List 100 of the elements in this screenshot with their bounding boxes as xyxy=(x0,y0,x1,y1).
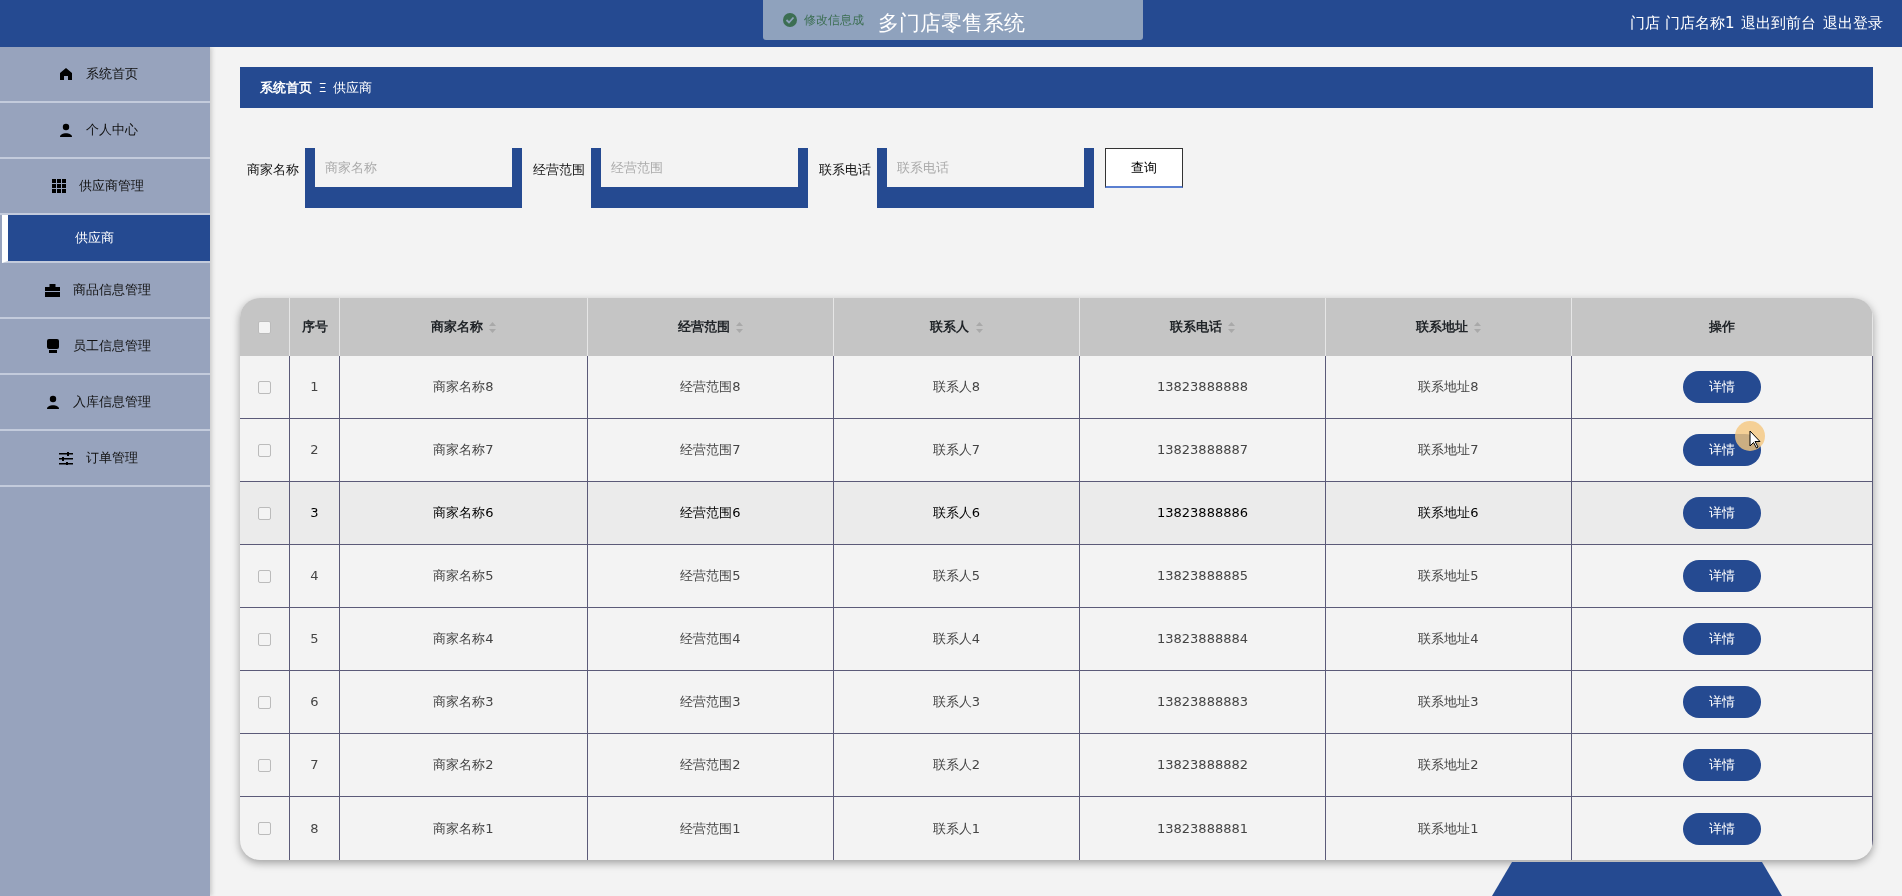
sort-icon[interactable] xyxy=(1474,321,1482,333)
search-field[interactable]: 联系电话 xyxy=(877,148,1094,208)
column-header[interactable]: 联系电话 xyxy=(1169,317,1222,337)
search-field[interactable]: 商家名称 xyxy=(305,148,522,208)
table-cell-text: 13823888884 xyxy=(1157,630,1248,649)
details-button[interactable]: 详情 xyxy=(1683,623,1761,655)
table-cell-text: 商家名称7 xyxy=(433,441,494,460)
menu-item[interactable]: 商品信息管理 xyxy=(0,263,210,319)
table-cell-text: 联系地址2 xyxy=(1418,756,1479,775)
column-header[interactable]: 序号 xyxy=(301,317,328,337)
column-header[interactable]: 操作 xyxy=(1709,317,1735,337)
column-header[interactable]: 联系人 xyxy=(930,317,970,337)
table-cell-text: 13823888888 xyxy=(1157,378,1248,397)
table-cell-text: 联系人2 xyxy=(932,756,981,775)
column-header[interactable]: 联系地址 xyxy=(1415,317,1468,337)
checkbox[interactable] xyxy=(258,822,271,835)
details-button[interactable]: 详情 xyxy=(1683,497,1761,529)
menu-item[interactable]: 入库信息管理 xyxy=(0,375,210,431)
table-cell-text: 4 xyxy=(310,567,319,586)
table-cell-text: 13823888885 xyxy=(1157,567,1248,586)
table-cell-text: 13823888886 xyxy=(1157,504,1248,523)
table-cell-text: 13823888882 xyxy=(1157,756,1248,775)
details-button[interactable]: 详情 xyxy=(1683,560,1761,592)
table-cell-text: 经营范围4 xyxy=(680,630,741,649)
sort-icon[interactable] xyxy=(975,321,983,333)
details-button[interactable]: 详情 xyxy=(1683,812,1761,845)
table-cell-text: 3 xyxy=(310,504,319,523)
table-cell-text: 经营范围1 xyxy=(680,819,741,838)
column-header[interactable]: 商家名称 xyxy=(430,317,483,337)
table-cell-text: 经营范围2 xyxy=(680,756,741,775)
table-cell-text: 联系地址5 xyxy=(1418,567,1479,586)
table-cell-text: 7 xyxy=(310,756,319,775)
table-cell-text: 商家名称1 xyxy=(433,819,494,838)
breadcrumb-link[interactable]: 系统首页 xyxy=(260,77,312,98)
sort-icon[interactable] xyxy=(1228,321,1236,333)
table-cell-text: 6 xyxy=(310,693,319,712)
table-cell-text: 13823888887 xyxy=(1157,441,1248,460)
table-cell-text: 商家名称6 xyxy=(433,504,494,523)
header-link[interactable]: 退出登录 xyxy=(1822,12,1883,35)
header-link[interactable]: 门店 门店名称1 xyxy=(1630,12,1735,35)
checkbox[interactable] xyxy=(258,320,271,334)
table-cell-text: 经营范围5 xyxy=(680,567,741,586)
checkbox[interactable] xyxy=(258,758,271,772)
menu-item[interactable]: 订单管理 xyxy=(0,431,210,487)
check-icon xyxy=(783,13,797,27)
table-cell-text: 联系人6 xyxy=(932,504,981,523)
table-cell-text: 商家名称4 xyxy=(433,630,494,649)
tray-icon xyxy=(45,339,60,353)
details-button[interactable]: 详情 xyxy=(1683,686,1761,718)
table-cell-text: 联系地址6 xyxy=(1418,504,1479,523)
table-cell-text: 8 xyxy=(310,819,319,838)
table-cell-text: 联系人8 xyxy=(932,378,981,397)
table-cell-text: 经营范围7 xyxy=(680,441,741,460)
table-cell-text: 5 xyxy=(310,630,319,649)
table-cell-text: 联系人5 xyxy=(932,567,981,586)
table-cell-text: 联系人7 xyxy=(932,441,981,460)
field-label: 经营范围 xyxy=(532,161,585,179)
person-icon xyxy=(58,123,73,137)
menu-item[interactable]: 个人中心 xyxy=(0,103,210,159)
checkbox[interactable] xyxy=(258,695,271,709)
table-cell-text: 联系人3 xyxy=(932,693,981,712)
home-icon xyxy=(58,67,73,81)
column-header[interactable]: 经营范围 xyxy=(677,317,730,337)
checkbox[interactable] xyxy=(258,632,271,646)
table-cell-text: 联系地址1 xyxy=(1418,819,1479,838)
checkbox[interactable] xyxy=(258,380,271,394)
checkbox[interactable] xyxy=(258,506,271,520)
search-button[interactable]: 查询 xyxy=(1104,148,1183,188)
submenu-item[interactable]: 供应商 xyxy=(2,215,210,263)
table-cell-text: 13823888881 xyxy=(1157,819,1248,838)
table-cell-text: 经营范围6 xyxy=(680,504,741,523)
table-cell-text: 联系地址8 xyxy=(1418,378,1479,397)
breadcrumb-separator: Ξ xyxy=(318,78,327,97)
table-cell-text: 联系人1 xyxy=(932,819,981,838)
person-icon xyxy=(45,395,60,409)
sort-icon[interactable] xyxy=(489,321,497,333)
table-cell-text: 商家名称8 xyxy=(433,378,494,397)
sliders-icon xyxy=(58,451,73,465)
toast-message: 修改信息成 xyxy=(803,12,864,29)
breadcrumb-current: 供应商 xyxy=(333,78,373,97)
checkbox[interactable] xyxy=(258,569,271,583)
cursor-icon xyxy=(1735,421,1765,451)
search-field[interactable]: 经营范围 xyxy=(591,148,808,208)
app-title: 多门店零售系统 xyxy=(877,9,1025,37)
field-label: 联系电话 xyxy=(818,161,871,179)
table-cell-text: 联系人4 xyxy=(932,630,981,649)
details-button[interactable]: 详情 xyxy=(1683,371,1761,403)
details-button[interactable]: 详情 xyxy=(1683,749,1761,781)
field-label: 商家名称 xyxy=(246,161,299,179)
table-cell-text: 经营范围3 xyxy=(680,693,741,712)
header-link[interactable]: 退出到前台 xyxy=(1741,12,1816,35)
checkbox[interactable] xyxy=(258,443,271,457)
table-cell-text: 商家名称5 xyxy=(433,567,494,586)
menu-item[interactable]: 员工信息管理 xyxy=(0,319,210,375)
table-cell-text: 商家名称3 xyxy=(433,693,494,712)
grid-icon xyxy=(52,179,66,193)
menu-item[interactable]: 系统首页 xyxy=(0,47,210,103)
table-cell-text: 联系地址7 xyxy=(1418,441,1479,460)
table-cell-text: 1 xyxy=(310,378,319,397)
sort-icon[interactable] xyxy=(736,321,744,333)
